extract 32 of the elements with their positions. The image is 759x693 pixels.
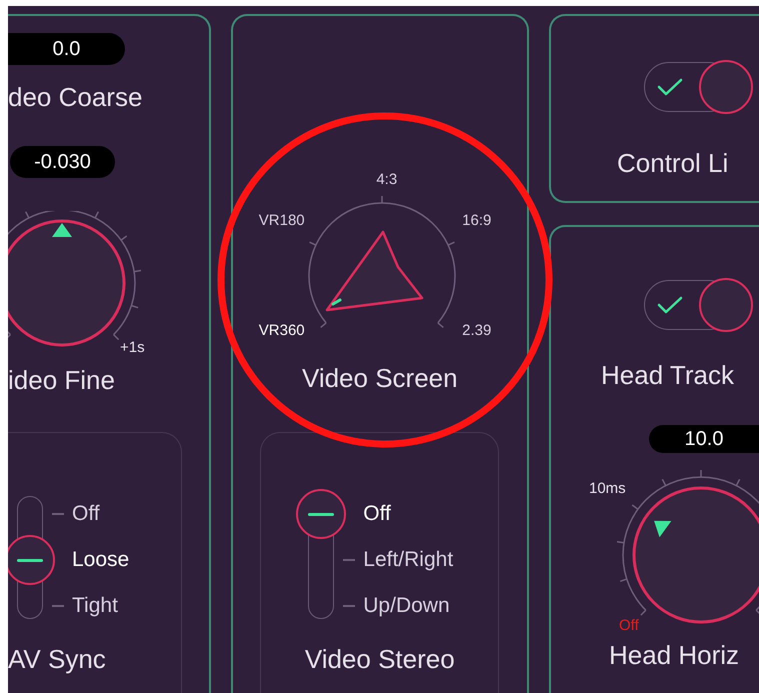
position-label[interactable]: 2.39 (454, 322, 499, 339)
knob-indicator[interactable] (654, 521, 672, 538)
control-label: Video Screen (302, 363, 458, 393)
control-label: deo Coarse (8, 82, 142, 112)
position-label[interactable]: VR180 (258, 212, 303, 229)
position-label[interactable]: 4:3 (364, 171, 409, 188)
scale-label: Off (619, 617, 639, 634)
option-label[interactable]: Loose (72, 548, 130, 572)
option-label[interactable]: Off (72, 502, 100, 526)
control-label: Head Horiz (609, 640, 740, 670)
value-display: -0.030 (10, 146, 115, 178)
switch-thumb[interactable] (8, 535, 55, 585)
control-label: Control Li (617, 148, 730, 178)
scale-label: 10ms (589, 480, 626, 498)
toggle-thumb[interactable] (699, 60, 753, 114)
value-display: 10.0 (649, 425, 759, 454)
knob-indicator[interactable] (52, 223, 72, 237)
position-label[interactable]: VR360 (258, 322, 303, 339)
scale-label: +1s (120, 339, 145, 356)
check-icon (657, 77, 683, 97)
switch-thumb[interactable] (296, 489, 346, 539)
position-label[interactable]: 16:9 (454, 212, 499, 229)
check-icon (657, 295, 683, 316)
control-label: Video Stereo (304, 644, 455, 674)
option-label[interactable]: Up/Down (363, 594, 450, 618)
control-label: Head Track (601, 360, 735, 390)
control-label: AV Sync (8, 644, 107, 674)
value-display: 0.0 (8, 33, 125, 65)
option-label[interactable]: Tight (72, 594, 118, 618)
control-label: ideo Fine (8, 365, 115, 395)
option-label[interactable]: Off (363, 502, 391, 526)
option-label[interactable]: Left/Right (363, 548, 454, 572)
